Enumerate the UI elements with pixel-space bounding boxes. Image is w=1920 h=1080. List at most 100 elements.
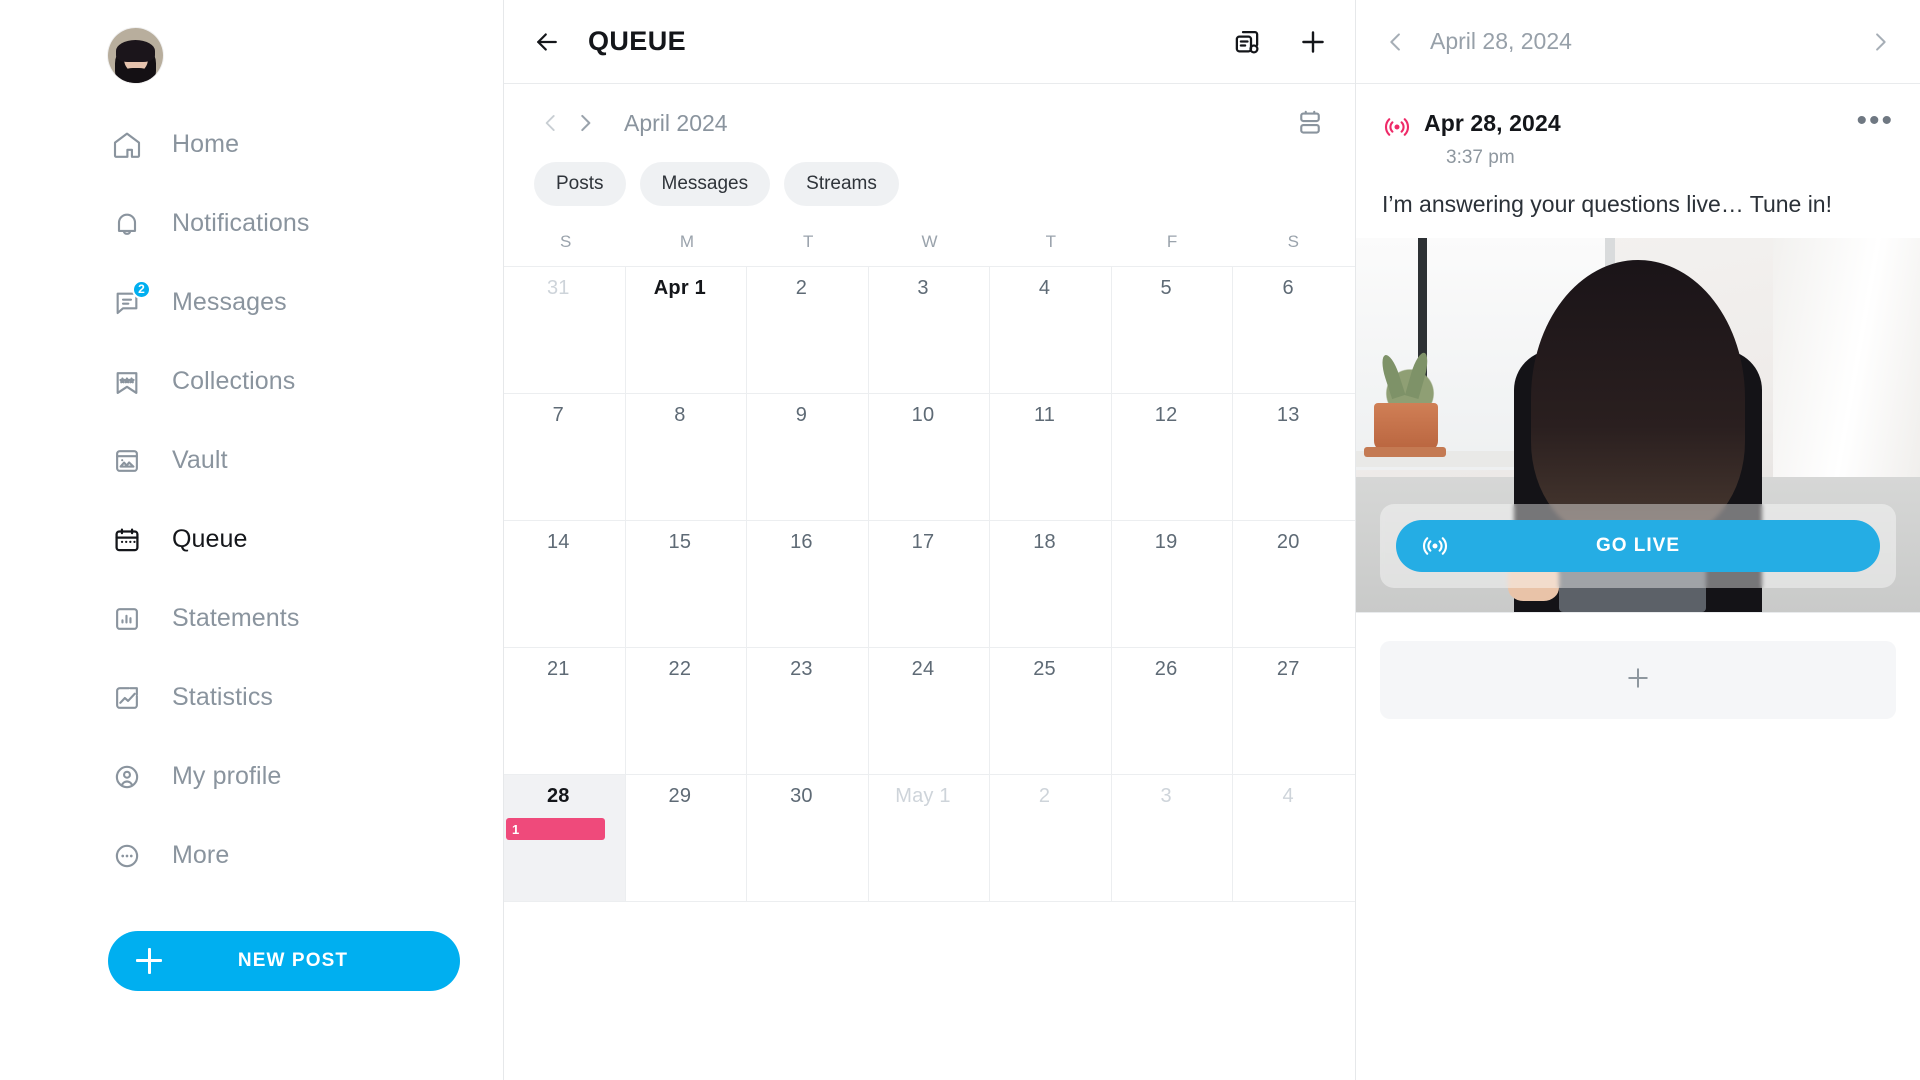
weekday-label: S <box>559 232 572 251</box>
calendar-day-cell[interactable]: 21 <box>504 648 626 775</box>
scheduled-post-card[interactable]: Apr 28, 2024 3:37 pm ••• I’m answering y… <box>1356 84 1920 613</box>
calendar-day-cell[interactable]: 17 <box>868 521 991 648</box>
calendar-day-cell[interactable]: 31 <box>504 267 626 394</box>
messages-badge: 2 <box>132 279 151 299</box>
calendar-day-cell[interactable]: 10 <box>868 394 991 521</box>
avatar-hair-front <box>116 40 155 62</box>
calendar-day-cell[interactable]: 27 <box>1233 648 1355 775</box>
calendar-day-cell[interactable]: 18 <box>990 521 1112 648</box>
queue-settings-icon[interactable] <box>1231 26 1263 58</box>
calendar-day-cell[interactable]: 5 <box>1111 267 1234 394</box>
calendar-day-cell[interactable]: 16 <box>747 521 869 648</box>
avatar-container <box>0 0 503 83</box>
calendar-day-cell[interactable]: 7 <box>504 394 626 521</box>
app-root: Home Notifications 2 Messages Collection… <box>0 0 1920 1080</box>
calendar-day-number: 27 <box>1276 658 1300 680</box>
sidebar-item-statements[interactable]: Statements <box>0 579 503 658</box>
calendar-day-cell[interactable]: 4 <box>1233 775 1355 902</box>
add-post-slot[interactable] <box>1380 641 1896 719</box>
sidebar-item-more[interactable]: More <box>0 816 503 895</box>
calendar-day-number: 30 <box>790 785 813 807</box>
calendar-day-cell[interactable]: 3 <box>868 267 991 394</box>
calendar-day-cell[interactable]: 30 <box>747 775 869 902</box>
sidebar-item-notifications[interactable]: Notifications <box>0 184 503 263</box>
ellipsis-icon[interactable]: ••• <box>1856 106 1894 136</box>
calendar-day-number: 16 <box>790 531 813 553</box>
post-time: 3:37 pm <box>1446 147 1515 168</box>
chip-posts[interactable]: Posts <box>534 162 626 206</box>
calendar-weekday-header: S M T W T F S <box>504 232 1355 266</box>
calendar-day-cell[interactable]: 20 <box>1233 521 1355 648</box>
layout-rows-icon[interactable] <box>1295 108 1325 138</box>
weekday-label: F <box>1166 232 1178 251</box>
sidebar-item-label: Notifications <box>172 209 310 237</box>
sidebar-item-home[interactable]: Home <box>0 105 503 184</box>
calendar-day-number: 4 <box>1282 785 1294 807</box>
new-post-button[interactable]: NEW POST <box>108 931 460 991</box>
calendar-day-cell[interactable]: 15 <box>625 521 748 648</box>
chevron-right-icon[interactable] <box>568 106 602 140</box>
post-media-image[interactable]: GO LIVE <box>1356 238 1920 612</box>
calendar-day-cell[interactable]: 9 <box>747 394 869 521</box>
media-person-hair <box>1530 260 1746 538</box>
live-broadcast-icon <box>1382 112 1412 142</box>
chevron-left-icon[interactable] <box>534 106 568 140</box>
chevron-right-icon[interactable] <box>1864 26 1896 58</box>
calendar-event-bar[interactable]: 1 <box>506 818 605 840</box>
go-live-button[interactable]: GO LIVE <box>1396 520 1880 572</box>
calendar-day-number: 17 <box>911 531 935 553</box>
calendar-day-number: Apr 1 <box>653 277 706 299</box>
page-title: QUEUE <box>588 26 687 56</box>
calendar-day-cell[interactable]: Apr 1 <box>625 267 748 394</box>
sidebar-item-my-profile[interactable]: My profile <box>0 737 503 816</box>
back-arrow-icon[interactable] <box>532 27 562 57</box>
calendar-day-number: 9 <box>795 404 808 426</box>
calendar-day-cell[interactable]: 13 <box>1233 394 1355 521</box>
home-icon <box>110 128 144 162</box>
calendar-day-cell[interactable]: 24 <box>868 648 991 775</box>
calendar-day-number: 22 <box>668 658 692 680</box>
sidebar-item-statistics[interactable]: Statistics <box>0 658 503 737</box>
calendar-day-cell[interactable]: 19 <box>1111 521 1234 648</box>
calendar-day-cell[interactable]: 6 <box>1233 267 1355 394</box>
calendar-day-cell[interactable]: 14 <box>504 521 626 648</box>
calendar-day-cell[interactable]: 28 1 <box>504 775 626 902</box>
chevron-left-icon[interactable] <box>1380 26 1412 58</box>
queue-panel: QUEUE April 2024 Posts Messages Streams … <box>503 0 1356 1080</box>
vault-image-icon <box>110 444 144 478</box>
sidebar-item-label: Statements <box>172 604 300 632</box>
calendar-day-number: 26 <box>1154 658 1178 680</box>
calendar-day-cell[interactable]: 11 <box>990 394 1112 521</box>
calendar-day-cell[interactable]: 25 <box>990 648 1112 775</box>
calendar-day-cell[interactable]: 3 <box>1111 775 1234 902</box>
sidebar-item-messages[interactable]: 2 Messages <box>0 263 503 342</box>
calendar-day-cell[interactable]: 2 <box>747 267 869 394</box>
media-plant-pot <box>1374 402 1439 451</box>
calendar-day-cell[interactable]: 22 <box>625 648 748 775</box>
weekday-label: T <box>1045 232 1056 251</box>
sidebar-item-label: Vault <box>172 446 228 474</box>
post-meta: Apr 28, 2024 3:37 pm ••• <box>1356 84 1920 169</box>
chip-messages[interactable]: Messages <box>639 162 771 206</box>
calendar-day-number: 13 <box>1276 404 1300 426</box>
post-date: Apr 28, 2024 <box>1424 110 1561 136</box>
calendar-day-cell[interactable]: 8 <box>625 394 748 521</box>
sidebar-item-queue[interactable]: Queue <box>0 500 503 579</box>
sidebar-item-vault[interactable]: Vault <box>0 421 503 500</box>
calendar-day-cell[interactable]: 12 <box>1111 394 1234 521</box>
plus-icon[interactable] <box>1297 26 1329 58</box>
calendar-day-number: 12 <box>1154 404 1178 426</box>
calendar-day-cell[interactable]: May 1 <box>868 775 991 902</box>
chip-streams[interactable]: Streams <box>784 162 899 206</box>
calendar-day-number: 10 <box>911 404 935 426</box>
calendar-toolbar: April 2024 <box>504 84 1355 140</box>
sidebar-item-collections[interactable]: Collections <box>0 342 503 421</box>
calendar-day-cell[interactable]: 23 <box>747 648 869 775</box>
calendar-day-cell[interactable]: 26 <box>1111 648 1234 775</box>
calendar-day-number: 5 <box>1160 277 1172 299</box>
calendar-day-cell[interactable]: 29 <box>625 775 748 902</box>
sidebar-item-label: My profile <box>172 762 282 790</box>
calendar-day-cell[interactable]: 4 <box>990 267 1112 394</box>
calendar-day-cell[interactable]: 2 <box>990 775 1112 902</box>
avatar[interactable] <box>108 28 163 83</box>
